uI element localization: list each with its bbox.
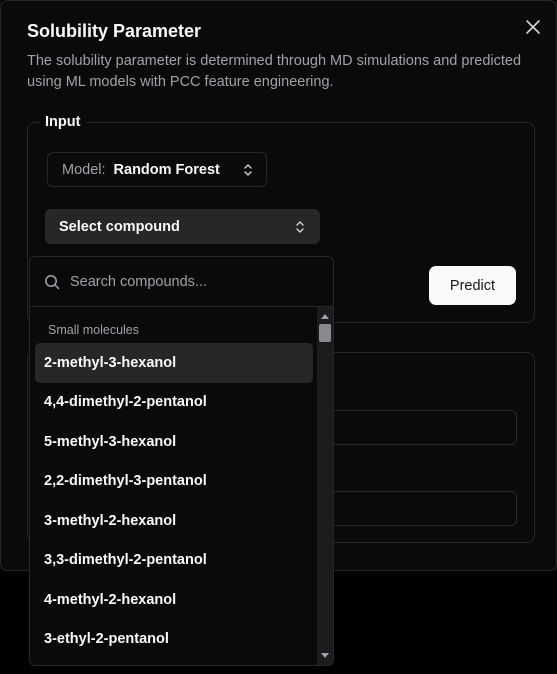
option-item[interactable]: 3-methyl-2-hexanol (35, 501, 313, 541)
close-button[interactable] (519, 13, 547, 41)
predict-button[interactable]: Predict (429, 266, 516, 305)
model-select-label: Model: (62, 161, 106, 178)
search-input[interactable] (70, 273, 310, 290)
scroll-down-arrow-icon[interactable] (321, 653, 329, 659)
close-icon (526, 20, 540, 34)
output-field (321, 491, 517, 526)
model-select-value: Random Forest (113, 161, 220, 178)
search-row (30, 257, 333, 307)
compound-select-value: Select compound (59, 218, 180, 235)
chevron-up-down-icon (296, 220, 304, 233)
input-legend: Input (39, 114, 87, 130)
options-list: 2-methyl-3-hexanol 4,4-dimethyl-2-pentan… (35, 343, 313, 659)
dialog-title: Solubility Parameter (27, 21, 202, 41)
output-field (321, 410, 517, 445)
option-item[interactable]: 3-ethyl-2-pentanol (35, 620, 313, 660)
compound-dropdown: Small molecules 2-methyl-3-hexanol 4,4-d… (29, 256, 334, 666)
option-item[interactable]: 2-methyl-3-hexanol (35, 343, 313, 383)
option-item[interactable]: 4-methyl-2-hexanol (35, 580, 313, 620)
dialog-description: The solubility parameter is determined t… (27, 53, 522, 90)
option-item[interactable]: 5-methyl-3-hexanol (35, 422, 313, 462)
option-item[interactable]: 4,4-dimethyl-2-pentanol (35, 383, 313, 423)
scrollbar[interactable] (317, 307, 333, 665)
search-icon (45, 274, 60, 289)
chevron-up-down-icon (244, 163, 252, 176)
group-label: Small molecules (48, 323, 140, 337)
compound-select[interactable]: Select compound (45, 209, 320, 244)
scrollbar-thumb[interactable] (319, 324, 331, 342)
option-item[interactable]: 2,2-dimethyl-3-pentanol (35, 462, 313, 502)
scroll-up-arrow-icon[interactable] (321, 313, 329, 319)
model-select[interactable]: Model: Random Forest (47, 152, 267, 187)
option-item[interactable]: 3,3-dimethyl-2-pentanol (35, 541, 313, 581)
